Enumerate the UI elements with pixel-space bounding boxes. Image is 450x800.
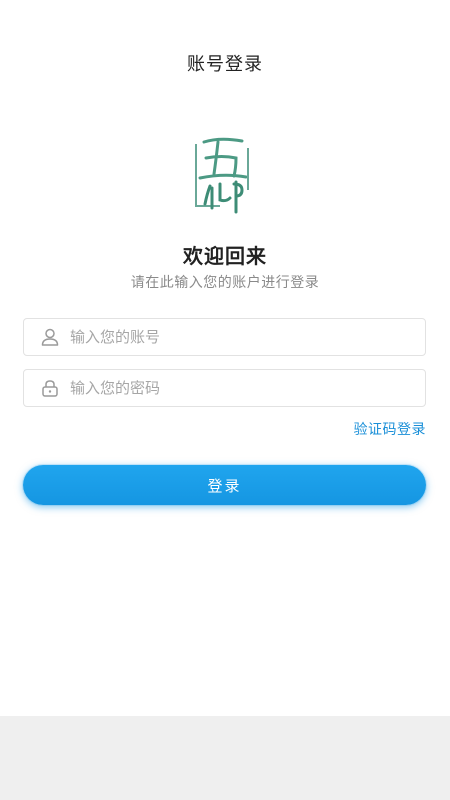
password-field[interactable] [23, 369, 426, 407]
page-title: 账号登录 [187, 54, 263, 75]
account-field[interactable] [23, 318, 426, 356]
password-input[interactable] [70, 370, 425, 406]
account-input[interactable] [70, 319, 425, 355]
app-logo [190, 128, 260, 214]
welcome-title: 欢迎回来 [183, 244, 267, 268]
user-icon [39, 326, 61, 348]
login-button[interactable]: 登录 [23, 465, 426, 505]
verification-code-login-link[interactable]: 验证码登录 [354, 419, 427, 439]
login-page: 账号登录 欢迎回来 请在此输入您的账户进行登录 输入您的账号 验证码登录 登录 [0, 0, 450, 716]
lock-icon [39, 377, 61, 399]
bottom-area [0, 716, 450, 800]
welcome-subtitle: 请在此输入您的账户进行登录 [130, 275, 320, 291]
